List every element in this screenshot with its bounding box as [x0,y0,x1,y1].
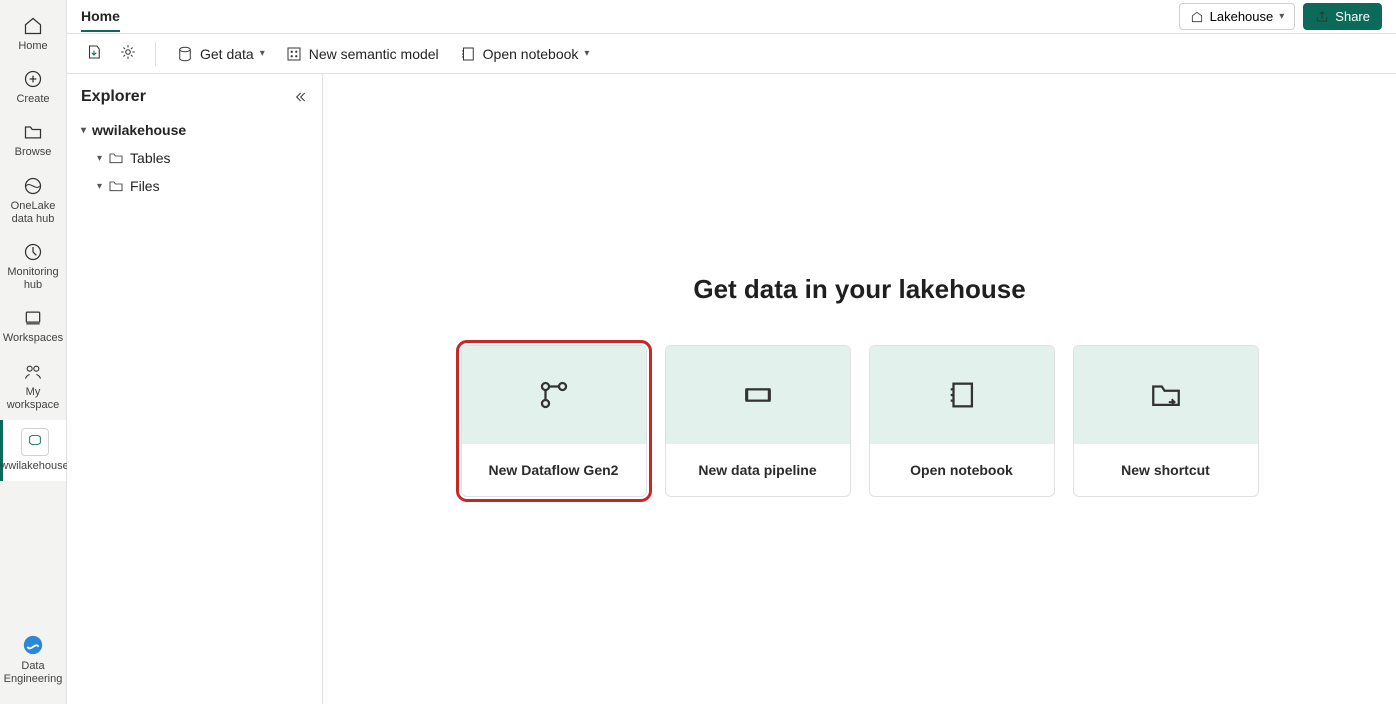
chevron-down-icon: ▾ [97,181,102,192]
nav-myworkspace[interactable]: My workspace [0,354,66,420]
nav-create[interactable]: Create [0,61,66,114]
new-semantic-label: New semantic model [309,46,439,62]
content-area: Explorer ▾ wwilakehouse ▾ Tables ▾ Files… [67,74,1396,704]
share-label: Share [1335,9,1370,24]
card-dataflow-label: New Dataflow Gen2 [489,462,619,478]
nav-browse-label: Browse [15,146,52,159]
nav-wwilakehouse-label: wwilakehouse [0,460,68,473]
plus-circle-icon [23,69,43,89]
semantic-model-icon [285,45,303,63]
get-data-label: Get data [200,46,254,62]
tree-tables-label: Tables [130,150,170,166]
left-navigation: Home Create Browse OneLake data hub Moni… [0,0,67,704]
action-cards: New Dataflow Gen2 New data pipeline Open… [461,345,1259,497]
tree-files-label: Files [130,178,160,194]
nav-browse[interactable]: Browse [0,114,66,167]
open-notebook-button[interactable]: Open notebook ▾ [453,39,596,69]
card-pipeline-label: New data pipeline [698,462,816,478]
nav-wwilakehouse[interactable]: wwilakehouse [0,420,66,481]
refresh-button[interactable] [81,39,107,68]
data-engineering-icon [22,634,44,656]
share-icon [1315,10,1329,24]
main-area: Home Lakehouse ▾ Share Get data ▾ [67,0,1396,704]
new-semantic-model-button[interactable]: New semantic model [279,39,445,69]
dataflow-icon [537,378,571,412]
explorer-panel: Explorer ▾ wwilakehouse ▾ Tables ▾ Files [67,74,323,704]
nav-monitoring-label: Monitoring hub [2,266,64,292]
database-icon [176,45,194,63]
pipeline-icon [741,378,775,412]
chevron-down-icon: ▾ [260,48,265,59]
settings-button[interactable] [115,39,141,68]
folder-icon [108,178,124,194]
card-shortcut-label: New shortcut [1121,462,1210,478]
notebook-icon [945,378,979,412]
shortcut-icon [1149,378,1183,412]
nav-home-label: Home [18,40,47,53]
lakehouse-thumb-icon [21,428,49,456]
nav-data-engineering[interactable]: Data Engineering [0,626,66,694]
people-icon [23,362,43,382]
share-button[interactable]: Share [1303,3,1382,30]
tree-root-label: wwilakehouse [92,122,186,138]
refresh-icon [85,43,103,61]
nav-create-label: Create [16,93,49,106]
chevron-down-icon: ▾ [81,125,86,136]
tab-home[interactable]: Home [81,2,120,32]
tree-files[interactable]: ▾ Files [79,172,310,200]
get-data-button[interactable]: Get data ▾ [170,39,271,69]
open-notebook-label: Open notebook [483,46,579,62]
toolbar: Get data ▾ New semantic model Open noteb… [67,34,1396,74]
lakehouse-label: Lakehouse [1210,9,1274,24]
nav-workspaces[interactable]: Workspaces [0,300,66,353]
notebook-icon [459,45,477,63]
tree-root[interactable]: ▾ wwilakehouse [79,116,310,144]
nav-onelake[interactable]: OneLake data hub [0,168,66,234]
lakehouse-icon [1190,10,1204,24]
nav-home[interactable]: Home [0,8,66,61]
tree-tables[interactable]: ▾ Tables [79,144,310,172]
center-stage: Get data in your lakehouse New Dataflow … [323,74,1396,704]
nav-dataeng-label: Data Engineering [2,660,64,686]
home-icon [23,16,43,36]
explorer-title: Explorer [81,88,146,106]
toolbar-divider [155,42,156,66]
card-notebook-label: Open notebook [910,462,1013,478]
workspaces-icon [23,308,43,328]
nav-myworkspace-label: My workspace [2,386,64,412]
card-new-shortcut[interactable]: New shortcut [1073,345,1259,497]
folder-icon [23,122,43,142]
nav-workspaces-label: Workspaces [3,332,63,345]
card-open-notebook[interactable]: Open notebook [869,345,1055,497]
nav-onelake-label: OneLake data hub [2,200,64,226]
card-new-pipeline[interactable]: New data pipeline [665,345,851,497]
card-new-dataflow[interactable]: New Dataflow Gen2 [461,345,647,497]
collapse-panel-icon[interactable] [292,89,308,105]
onelake-icon [23,176,43,196]
monitoring-icon [23,242,43,262]
chevron-down-icon: ▾ [1279,11,1284,22]
lakehouse-dropdown[interactable]: Lakehouse ▾ [1179,3,1296,30]
folder-icon [108,150,124,166]
nav-monitoring[interactable]: Monitoring hub [0,234,66,300]
main-heading: Get data in your lakehouse [693,274,1025,305]
gear-icon [119,43,137,61]
chevron-down-icon: ▾ [97,153,102,164]
chevron-down-icon: ▾ [584,48,589,59]
header-bar: Home Lakehouse ▾ Share [67,0,1396,34]
